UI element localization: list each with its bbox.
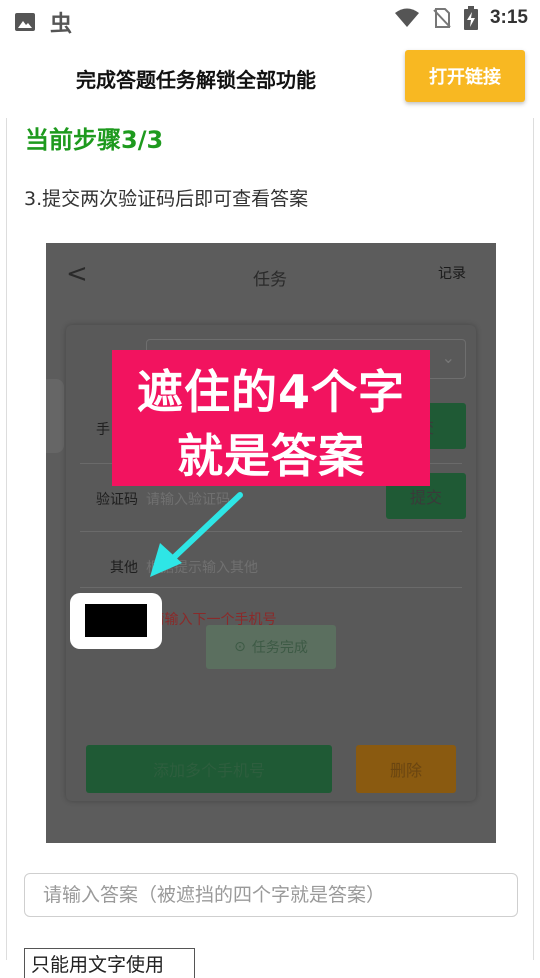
- status-left-icons: 虫: [14, 6, 72, 38]
- divider: [80, 531, 462, 532]
- masked-answer: [70, 593, 162, 649]
- side-tab: [46, 379, 64, 453]
- image-icon: [15, 13, 35, 31]
- no-sim-icon: [433, 8, 451, 28]
- status-right-icons: 3:15: [394, 6, 528, 30]
- battery-charging-icon: [463, 6, 478, 30]
- tutorial-title: 任务: [253, 270, 287, 290]
- status-bar: 虫 3:15: [0, 0, 540, 38]
- tutorial-image: < 任务 记录 ⌄ 手 交 验证码 请输入验证码 提交 其他 根据提示输入其他 …: [46, 243, 496, 843]
- task-complete-label: 任务完成: [251, 640, 308, 656]
- overlay-line-2: 就是答案: [177, 429, 365, 483]
- main-content: 当前步骤3/3 3.提交两次验证码后即可查看答案 < 任务 记录 ⌄ 手 交 验…: [6, 118, 534, 978]
- page-title: 完成答题任务解锁全部功能: [76, 68, 316, 92]
- bug-app-icon: 虫: [50, 12, 73, 37]
- step-description: 3.提交两次验证码后即可查看答案: [24, 188, 309, 210]
- check-circle-icon: ⊙: [234, 639, 246, 655]
- divider: [80, 587, 462, 588]
- overlay-banner: 遮住的4个字 就是答案: [112, 350, 430, 486]
- answer-mask: [85, 604, 147, 637]
- step-title: 当前步骤3/3: [25, 126, 164, 154]
- open-link-button[interactable]: 打开链接: [405, 50, 525, 102]
- chevron-down-icon: ⌄: [441, 348, 455, 367]
- top-bar: 完成答题任务解锁全部功能 打开链接: [0, 38, 540, 118]
- add-phones-button: 添加多个手机号: [86, 745, 332, 793]
- pointer-arrow-icon: [150, 492, 243, 577]
- back-arrow-icon: <: [66, 259, 88, 289]
- tutorial-header: < 任务 记录: [46, 243, 496, 303]
- overlay-line-1: 遮住的4个字: [136, 365, 405, 419]
- answer-input[interactable]: [24, 873, 518, 917]
- status-time: 3:15: [489, 7, 528, 28]
- task-complete-button: ⊙ 任务完成: [206, 625, 336, 669]
- text-only-button[interactable]: 只能用文字使用: [24, 948, 195, 978]
- code-label: 验证码: [96, 492, 138, 508]
- wifi-icon: [394, 8, 419, 27]
- tutorial-record: 记录: [438, 266, 466, 282]
- delete-button: 删除: [356, 745, 456, 793]
- other-label: 其他: [110, 560, 138, 576]
- phone-label: 手: [96, 422, 110, 438]
